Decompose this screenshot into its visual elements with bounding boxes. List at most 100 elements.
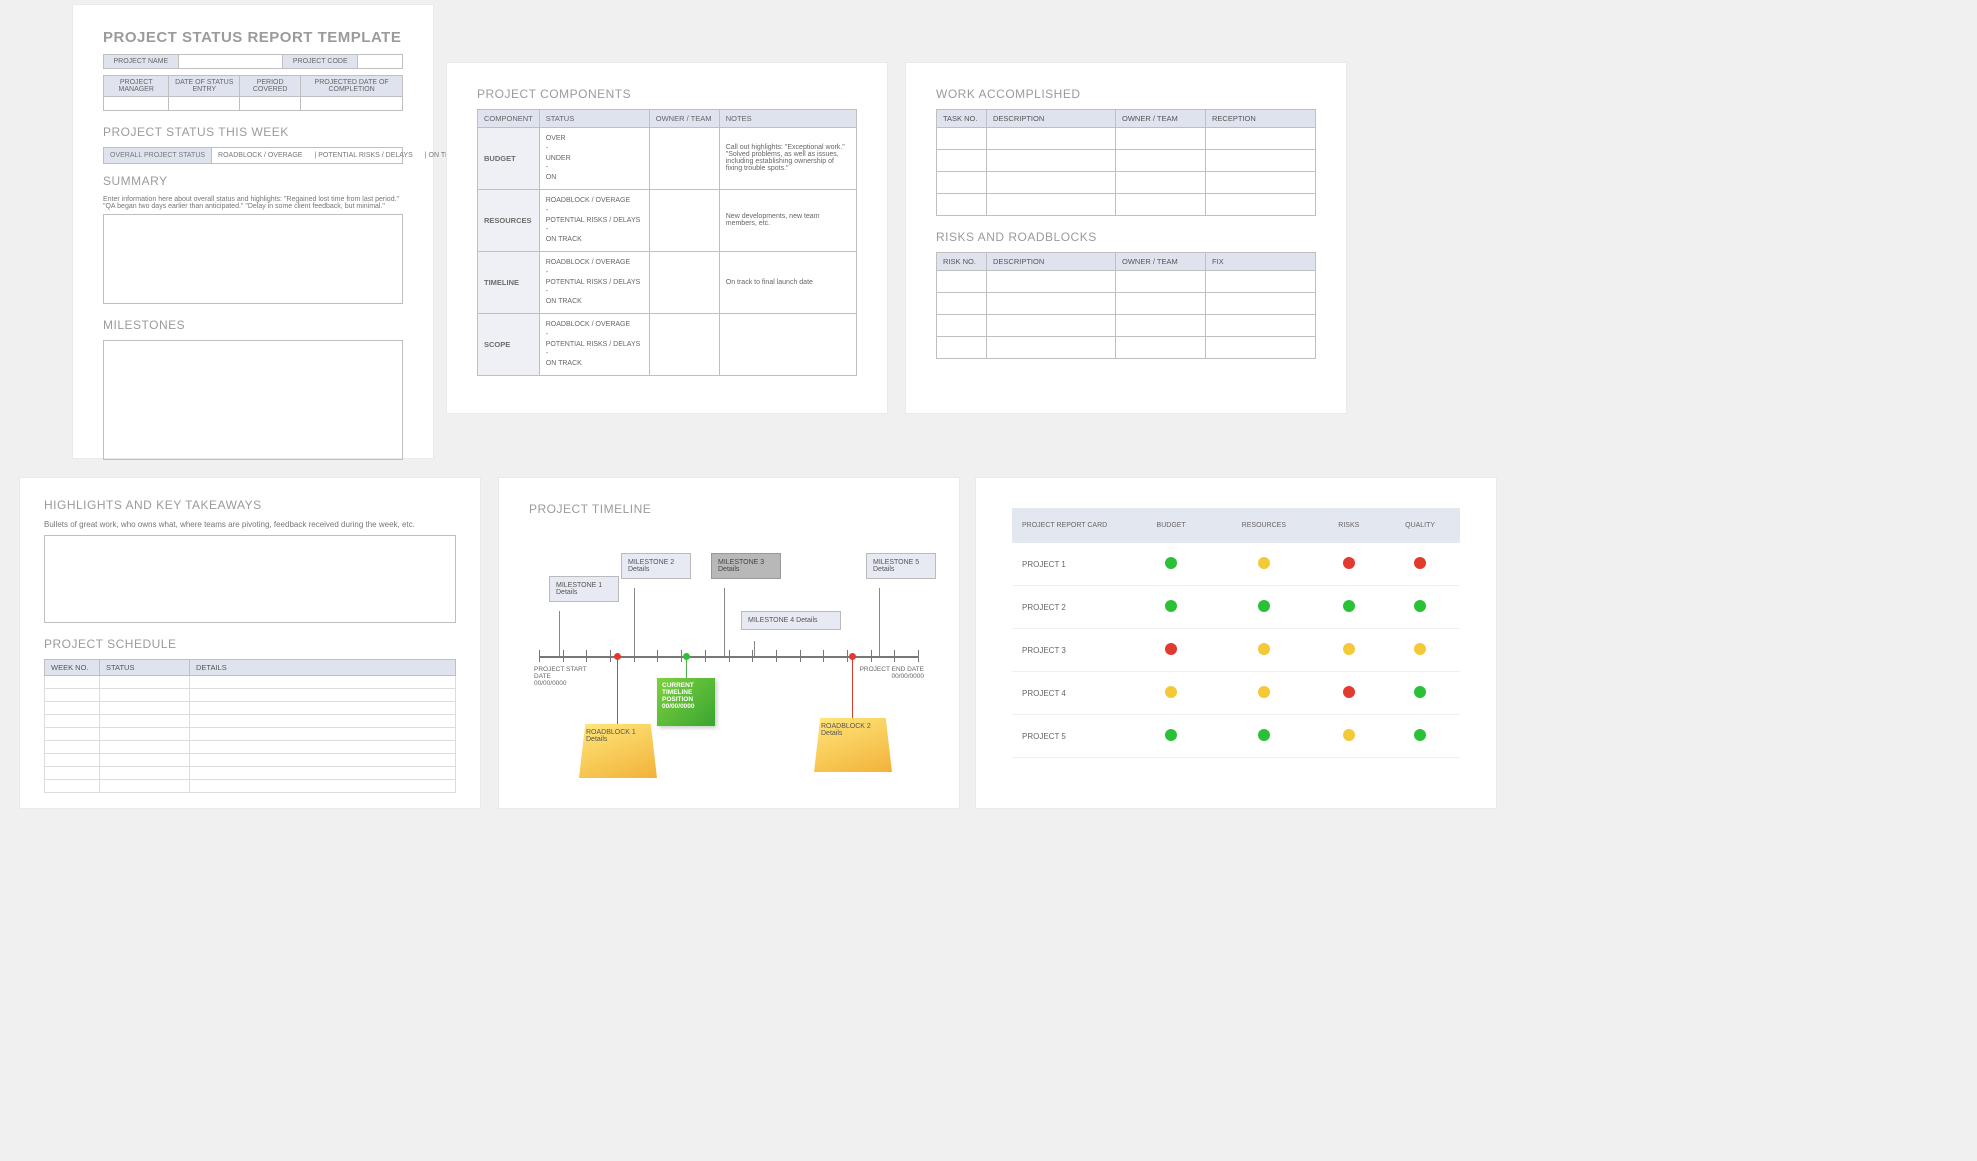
status-option-roadblock[interactable]: ROADBLOCK / OVERAGE xyxy=(212,148,308,163)
roadblock-1[interactable]: ROADBLOCK 1 Details xyxy=(579,724,657,778)
status-dot-icon xyxy=(1258,557,1270,569)
cell-owner[interactable] xyxy=(649,313,719,375)
col-owner: OWNER / TEAM xyxy=(1116,253,1206,271)
page-status-report: PROJECT STATUS REPORT TEMPLATE PROJECT N… xyxy=(73,5,433,458)
table-row[interactable] xyxy=(45,767,456,780)
col-risks: RISKS xyxy=(1317,508,1380,543)
info-table-meta: PROJECT MANAGER DATE OF STATUS ENTRY PER… xyxy=(103,75,403,111)
col-owner: OWNER / TEAM xyxy=(649,110,719,128)
risks-table: RISK NO. DESCRIPTION OWNER / TEAM FIX xyxy=(936,252,1316,359)
table-row[interactable] xyxy=(45,780,456,793)
table-row[interactable] xyxy=(45,715,456,728)
col-weekno: WEEK NO. xyxy=(45,660,100,676)
cell-owner[interactable] xyxy=(649,128,719,190)
table-row[interactable] xyxy=(45,676,456,689)
timeline-ticks xyxy=(539,650,919,662)
milestone-4[interactable]: MILESTONE 4 Details xyxy=(741,611,841,630)
table-row[interactable] xyxy=(937,271,1316,293)
row-timeline: TIMELINE ROADBLOCK / OVERAGE - POTENTIAL… xyxy=(478,251,857,313)
field-period[interactable] xyxy=(240,97,301,111)
status-option-risks[interactable]: POTENTIAL RISKS / DELAYS xyxy=(308,148,418,163)
field-pm[interactable] xyxy=(104,97,169,111)
cell-status[interactable]: ROADBLOCK / OVERAGE - POTENTIAL RISKS / … xyxy=(539,189,649,251)
heading-timeline: PROJECT TIMELINE xyxy=(529,502,929,516)
status-light xyxy=(1317,715,1380,758)
col-resources: RESOURCES xyxy=(1210,508,1317,543)
work-table: TASK NO. DESCRIPTION OWNER / TEAM RECEPT… xyxy=(936,109,1316,216)
cell-name: RESOURCES xyxy=(478,189,540,251)
cell-notes[interactable] xyxy=(719,313,856,375)
table-row[interactable] xyxy=(45,689,456,702)
col-taskno: TASK NO. xyxy=(937,110,987,128)
row-scope: SCOPE ROADBLOCK / OVERAGE - POTENTIAL RI… xyxy=(478,313,857,375)
status-dot-icon xyxy=(1258,686,1270,698)
project-name: PROJECT 4 xyxy=(1012,672,1132,715)
cell-owner[interactable] xyxy=(649,251,719,313)
status-light xyxy=(1132,543,1210,586)
milestone-2[interactable]: MILESTONE 2 Details xyxy=(621,553,691,579)
status-light xyxy=(1132,586,1210,629)
roadblock-2[interactable]: ROADBLOCK 2 Details xyxy=(814,718,892,772)
status-dot-icon xyxy=(1414,600,1426,612)
table-row[interactable] xyxy=(45,754,456,767)
table-row[interactable] xyxy=(937,128,1316,150)
roadblock-dot-icon xyxy=(614,653,621,660)
leader xyxy=(879,588,880,656)
status-light xyxy=(1317,543,1380,586)
cell-owner[interactable] xyxy=(649,189,719,251)
summary-input[interactable] xyxy=(103,214,403,304)
status-light xyxy=(1380,586,1460,629)
col-reception: RECEPTION xyxy=(1206,110,1316,128)
roadblock-pin xyxy=(852,656,853,718)
status-light xyxy=(1317,629,1380,672)
field-projected-completion[interactable] xyxy=(301,97,403,111)
cell-notes[interactable]: On track to final launch date xyxy=(719,251,856,313)
heading-status-week: PROJECT STATUS THIS WEEK xyxy=(103,125,403,139)
components-table: COMPONENT STATUS OWNER / TEAM NOTES BUDG… xyxy=(477,109,857,376)
summary-help-text: Enter information here about overall sta… xyxy=(103,196,403,210)
field-status-entry[interactable] xyxy=(169,97,240,111)
current-position-note[interactable]: CURRENT TIMELINE POSITION 00/00/0000 xyxy=(657,678,715,726)
milestones-input[interactable] xyxy=(103,340,403,460)
leader xyxy=(754,641,755,656)
row-resources: RESOURCES ROADBLOCK / OVERAGE - POTENTIA… xyxy=(478,189,857,251)
cell-notes[interactable]: Call out highlights: "Exceptional work."… xyxy=(719,128,856,190)
roadblock-pin xyxy=(617,656,618,724)
roadblock-dot-icon xyxy=(849,653,856,660)
report-card-row: PROJECT 5 xyxy=(1012,715,1460,758)
milestone-1[interactable]: MILESTONE 1 Details xyxy=(549,576,619,602)
cell-status[interactable]: OVER - UNDER - ON xyxy=(539,128,649,190)
field-project-name[interactable] xyxy=(178,55,283,69)
field-project-code[interactable] xyxy=(358,55,403,69)
status-dot-icon xyxy=(1343,686,1355,698)
table-row[interactable] xyxy=(937,172,1316,194)
table-row[interactable] xyxy=(937,194,1316,216)
highlights-help: Bullets of great work, who owns what, wh… xyxy=(44,520,456,529)
table-row[interactable] xyxy=(937,315,1316,337)
col-fix: FIX xyxy=(1206,253,1316,271)
milestone-3[interactable]: MILESTONE 3 Details xyxy=(711,553,781,579)
status-dot-icon xyxy=(1258,600,1270,612)
col-riskno: RISK NO. xyxy=(937,253,987,271)
cell-status[interactable]: ROADBLOCK / OVERAGE - POTENTIAL RISKS / … xyxy=(539,251,649,313)
heading-risks: RISKS AND ROADBLOCKS xyxy=(936,230,1316,244)
leader xyxy=(634,588,635,656)
table-row[interactable] xyxy=(45,741,456,754)
leader xyxy=(559,611,560,656)
page-report-card: PROJECT REPORT CARD BUDGET RESOURCES RIS… xyxy=(976,478,1496,808)
col-desc: DESCRIPTION xyxy=(987,253,1116,271)
table-row[interactable] xyxy=(937,293,1316,315)
status-light xyxy=(1317,672,1380,715)
table-row[interactable] xyxy=(937,150,1316,172)
row-budget: BUDGET OVER - UNDER - ON Call out highli… xyxy=(478,128,857,190)
col-quality: QUALITY xyxy=(1380,508,1460,543)
table-row[interactable] xyxy=(45,702,456,715)
table-row[interactable] xyxy=(937,337,1316,359)
milestone-5[interactable]: MILESTONE 5 Details xyxy=(866,553,936,579)
highlights-input[interactable] xyxy=(44,535,456,623)
cell-notes[interactable]: New developments, new team members, etc. xyxy=(719,189,856,251)
cell-status[interactable]: ROADBLOCK / OVERAGE - POTENTIAL RISKS / … xyxy=(539,313,649,375)
table-row[interactable] xyxy=(45,728,456,741)
status-light xyxy=(1210,629,1317,672)
status-dot-icon xyxy=(1343,557,1355,569)
